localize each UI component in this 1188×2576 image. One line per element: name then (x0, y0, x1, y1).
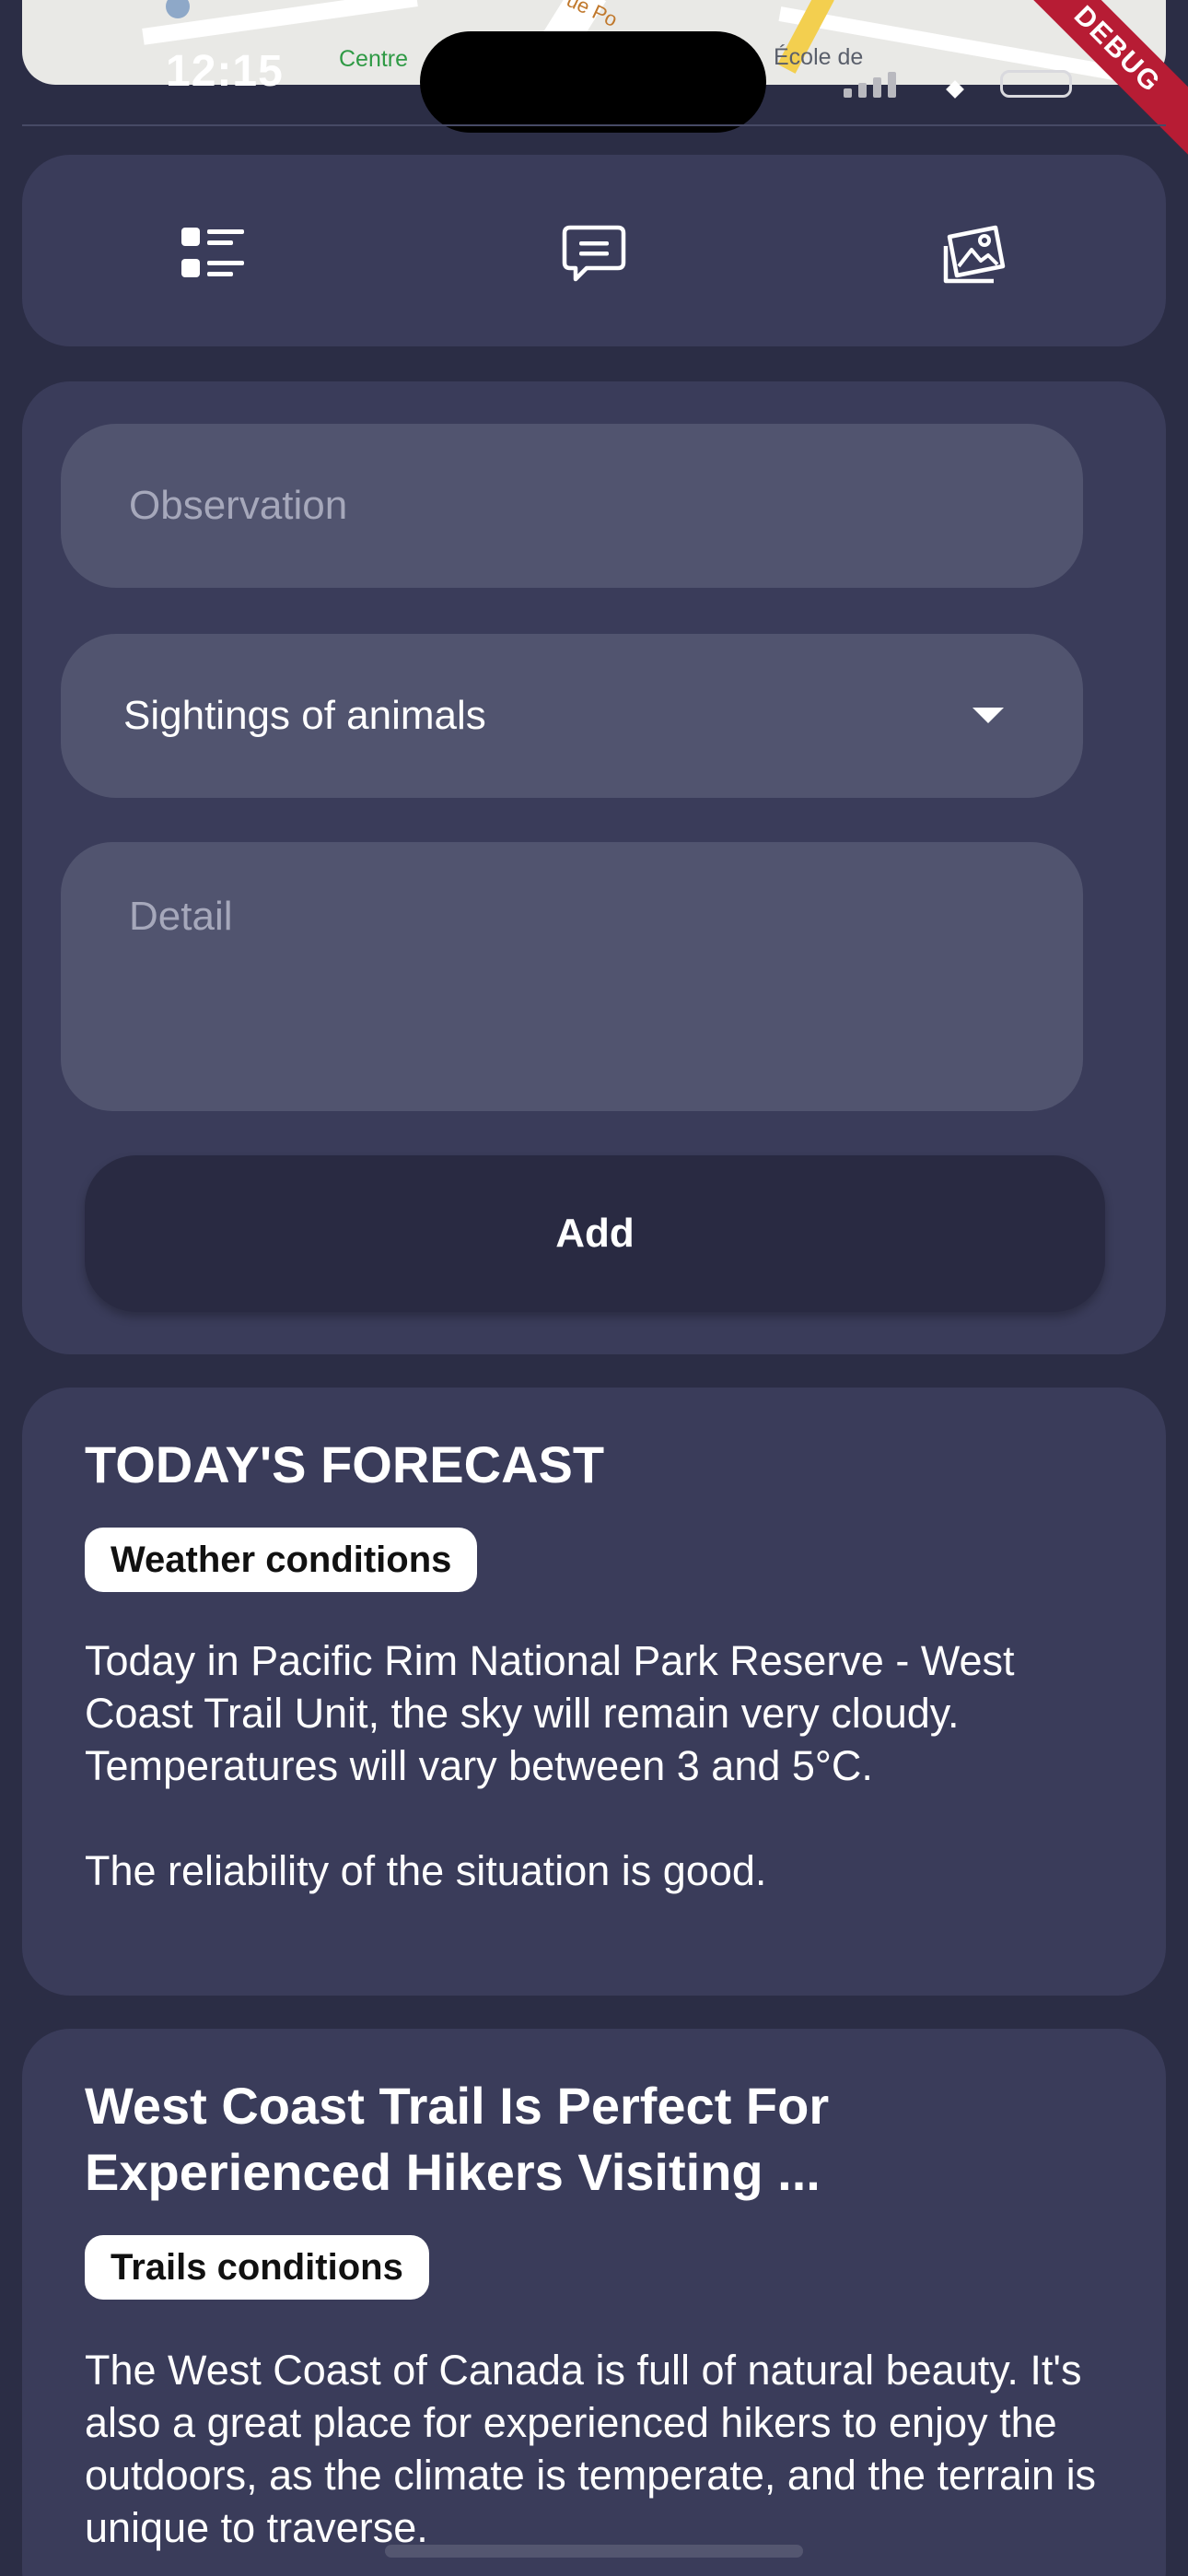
category-badge: Trails conditions (85, 2235, 429, 2300)
map-place-label: École de (774, 44, 864, 70)
category-dropdown[interactable]: Sightings of animals (61, 634, 1083, 798)
map-place-label: Centre (339, 46, 409, 72)
gallery-view-button[interactable] (925, 203, 1026, 304)
list-view-button[interactable] (162, 203, 263, 304)
observation-input[interactable] (61, 424, 1083, 588)
forecast-title: TODAY'S FORECAST (85, 1435, 605, 1493)
map-pin-icon (166, 0, 190, 18)
divider (22, 124, 1166, 126)
observation-field[interactable] (61, 424, 1083, 588)
detail-field[interactable] (61, 842, 1083, 1111)
article-text: The West Coast of Canada is full of natu… (85, 2347, 1097, 2551)
comment-icon (562, 225, 626, 282)
detail-input[interactable] (61, 842, 1083, 1111)
app-screen: ue Po Centre École de 12:15 DEBUG Observ… (0, 0, 1188, 2576)
home-indicator[interactable] (385, 2545, 803, 2558)
category-badge: Weather conditions (85, 1528, 478, 1592)
gallery-icon (943, 225, 1006, 284)
forecast-text: Today in Pacific Rim National Park Reser… (85, 1637, 1015, 1894)
signal-icon (858, 83, 867, 98)
article-title: West Coast Trail Is Perfect For Experien… (85, 2077, 830, 2201)
list-icon (181, 228, 244, 277)
status-time: 12:15 (166, 50, 284, 87)
signal-icon (873, 77, 881, 98)
add-button[interactable]: Add (85, 1155, 1105, 1312)
dropdown-arrow-icon (973, 708, 1004, 723)
wifi-icon (946, 80, 964, 99)
signal-icon (888, 72, 896, 98)
dynamic-island (420, 31, 766, 133)
battery-icon (1000, 70, 1072, 98)
status-icons (838, 70, 1077, 99)
signal-icon (844, 88, 852, 98)
comments-view-button[interactable] (543, 203, 645, 304)
category-selected-value: Sightings of animals (123, 693, 486, 738)
